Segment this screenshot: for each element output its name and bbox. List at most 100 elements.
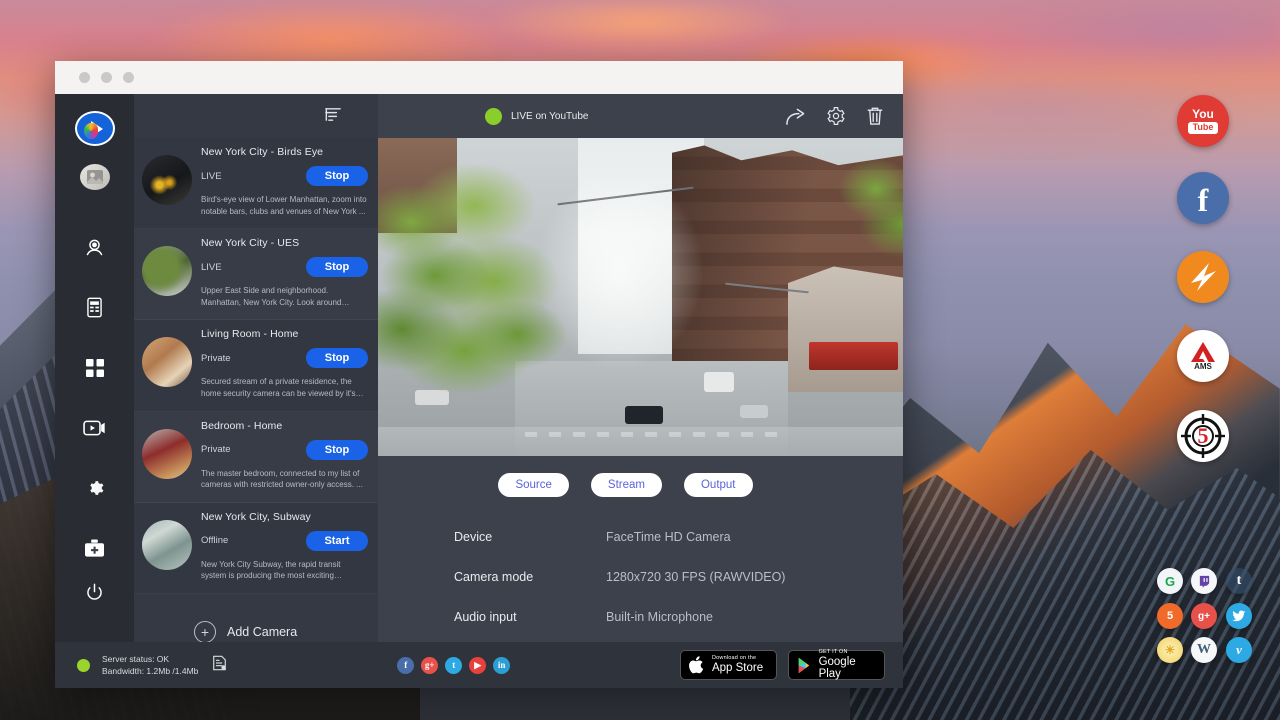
app-store-badges: Download on theApp Store GET IT ONGoogle … xyxy=(680,650,885,680)
camera-status-row: LIVEStop xyxy=(201,257,368,277)
camera-meta: New York City, SubwayOfflineStartNew Yor… xyxy=(201,511,368,582)
camera-thumbnail xyxy=(142,429,192,479)
twitter-shortcut-icon[interactable] xyxy=(1226,603,1252,629)
add-camera-button[interactable]: + Add Camera xyxy=(134,594,378,643)
camera-list: New York City - Birds EyeLIVEStopBird's-… xyxy=(134,138,378,594)
apple-icon xyxy=(689,655,706,675)
webcam-icon xyxy=(84,237,105,258)
five-shortcut-icon[interactable]: 5 xyxy=(1157,603,1183,629)
live-status-label: LIVE on YouTube xyxy=(511,111,588,122)
info-row: DeviceFaceTime HD Camera xyxy=(454,530,903,544)
camera-action-button[interactable]: Start xyxy=(306,531,368,551)
wordpress-glyph: W xyxy=(1197,642,1211,658)
google-plus-icon[interactable]: g+ xyxy=(421,657,438,674)
sort-icon[interactable] xyxy=(325,106,342,128)
google-play-badge[interactable]: GET IT ONGoogle Play xyxy=(788,650,885,680)
camera-list-item[interactable]: Living Room - HomePrivateStopSecured str… xyxy=(134,320,378,411)
twitch-shortcut-icon[interactable] xyxy=(1191,568,1217,594)
main-panel: LIVE on YouTube xyxy=(378,94,903,642)
vimeo-shortcut-icon[interactable]: v xyxy=(1226,637,1252,663)
info-value[interactable]: 1280x720 30 FPS (RAWVIDEO) xyxy=(606,570,785,584)
window-minimize-button[interactable] xyxy=(101,72,112,83)
camera-list-item[interactable]: Bedroom - HomePrivateStopThe master bedr… xyxy=(134,412,378,503)
grammarly-shortcut-icon[interactable]: G xyxy=(1157,568,1183,594)
google-plus-shortcut-icon[interactable]: g+ xyxy=(1191,603,1217,629)
document-log-icon xyxy=(212,655,227,671)
camera-list-item[interactable]: New York City - Birds EyeLIVEStopBird's-… xyxy=(134,138,378,229)
sidebar-item-webcam[interactable] xyxy=(73,228,117,266)
add-camera-label: Add Camera xyxy=(227,625,297,639)
sidebar-item-grid[interactable] xyxy=(73,349,117,387)
window-maximize-button[interactable] xyxy=(123,72,134,83)
camera-state: Private xyxy=(201,353,231,364)
settings-button[interactable] xyxy=(826,106,846,126)
tab-source[interactable]: Source xyxy=(498,473,568,497)
app-store-badge[interactable]: Download on theApp Store xyxy=(680,650,777,680)
tab-output[interactable]: Output xyxy=(684,473,753,497)
vimeo-glyph: v xyxy=(1236,642,1242,658)
camera-state: Private xyxy=(201,444,231,455)
sun-glyph: ☀ xyxy=(1165,643,1176,657)
sort-lines-icon xyxy=(325,106,342,123)
store-big-text: App Store xyxy=(712,662,763,674)
youtube-icon[interactable]: ▶ xyxy=(469,657,486,674)
camera-status-row: OfflineStart xyxy=(201,531,368,551)
gear-icon xyxy=(85,478,105,498)
live-status-indicator: LIVE on YouTube xyxy=(485,108,588,125)
facebook-shortcut-icon[interactable]: f xyxy=(1177,172,1229,224)
camera-action-button[interactable]: Stop xyxy=(306,166,368,186)
camera-list-item[interactable]: New York City, SubwayOfflineStartNew Yor… xyxy=(134,503,378,594)
share-button[interactable] xyxy=(785,107,806,126)
facebook-icon[interactable]: f xyxy=(397,657,414,674)
camera-title: New York City - Birds Eye xyxy=(201,146,368,158)
log-button[interactable] xyxy=(212,655,227,676)
video-preview[interactable] xyxy=(378,138,903,456)
camera-list-header xyxy=(134,94,378,138)
wordpress-shortcut-icon[interactable]: W xyxy=(1191,637,1217,663)
sun-shortcut-icon[interactable]: ☀ xyxy=(1157,637,1183,663)
window-close-button[interactable] xyxy=(79,72,90,83)
app-window: New York City - Birds EyeLIVEStopBird's-… xyxy=(55,61,903,688)
camera-state: LIVE xyxy=(201,171,222,182)
camera-meta: New York City - Birds EyeLIVEStopBird's-… xyxy=(201,146,368,217)
sidebar-item-toolkit[interactable] xyxy=(73,530,117,568)
camera-thumbnail xyxy=(142,155,192,205)
camera-list-item[interactable]: New York City - UESLIVEStopUpper East Si… xyxy=(134,229,378,320)
sidebar-item-settings[interactable] xyxy=(73,469,117,507)
camera-action-button[interactable]: Stop xyxy=(306,348,368,368)
sidebar-item-power[interactable] xyxy=(73,574,117,612)
info-value[interactable]: Built-in Microphone xyxy=(606,610,713,624)
camera-title: New York City - UES xyxy=(201,237,368,249)
camera-description: New York City Subway, the rapid transit … xyxy=(201,559,368,582)
tumblr-shortcut-icon[interactable]: t xyxy=(1226,568,1252,594)
info-value[interactable]: FaceTime HD Camera xyxy=(606,530,731,544)
camera-list-panel: New York City - Birds EyeLIVEStopBird's-… xyxy=(134,94,378,642)
youtube-shortcut-icon[interactable]: You Tube xyxy=(1177,95,1229,147)
delete-button[interactable] xyxy=(866,106,884,126)
camera-status-row: Private Stop xyxy=(201,440,368,460)
linkedin-icon[interactable]: in xyxy=(493,657,510,674)
camera-action-button[interactable]: Stop xyxy=(306,440,368,460)
gplus-glyph: g+ xyxy=(1198,611,1210,622)
social-links: f g+ t ▶ in xyxy=(397,657,510,674)
sidebar-item-device[interactable] xyxy=(73,289,117,327)
sidebar-item-video[interactable] xyxy=(73,409,117,447)
camera-meta: New York City - UESLIVEStopUpper East Si… xyxy=(201,237,368,308)
desktop: New York City - Birds EyeLIVEStopBird's-… xyxy=(0,0,1280,720)
camera-action-button[interactable]: Stop xyxy=(306,257,368,277)
video-haze xyxy=(378,138,903,456)
store-text: Download on theApp Store xyxy=(712,656,763,674)
adobe-ams-shortcut-icon[interactable]: AMS xyxy=(1177,330,1229,382)
five-target-shortcut-icon[interactable]: 5 xyxy=(1177,410,1229,462)
user-avatar[interactable] xyxy=(80,164,110,190)
video-icon xyxy=(83,419,106,437)
info-label: Device xyxy=(454,530,606,544)
tab-stream[interactable]: Stream xyxy=(591,473,662,497)
camera-thumbnail xyxy=(142,520,192,570)
tablet-icon xyxy=(85,297,104,318)
store-small-text: Download on the xyxy=(712,656,763,662)
app-logo-icon[interactable] xyxy=(75,111,115,146)
winamp-shortcut-icon[interactable] xyxy=(1177,251,1229,303)
bandwidth-label: Bandwidth: 1.2Mb /1.4Mb xyxy=(102,665,198,677)
twitter-icon[interactable]: t xyxy=(445,657,462,674)
